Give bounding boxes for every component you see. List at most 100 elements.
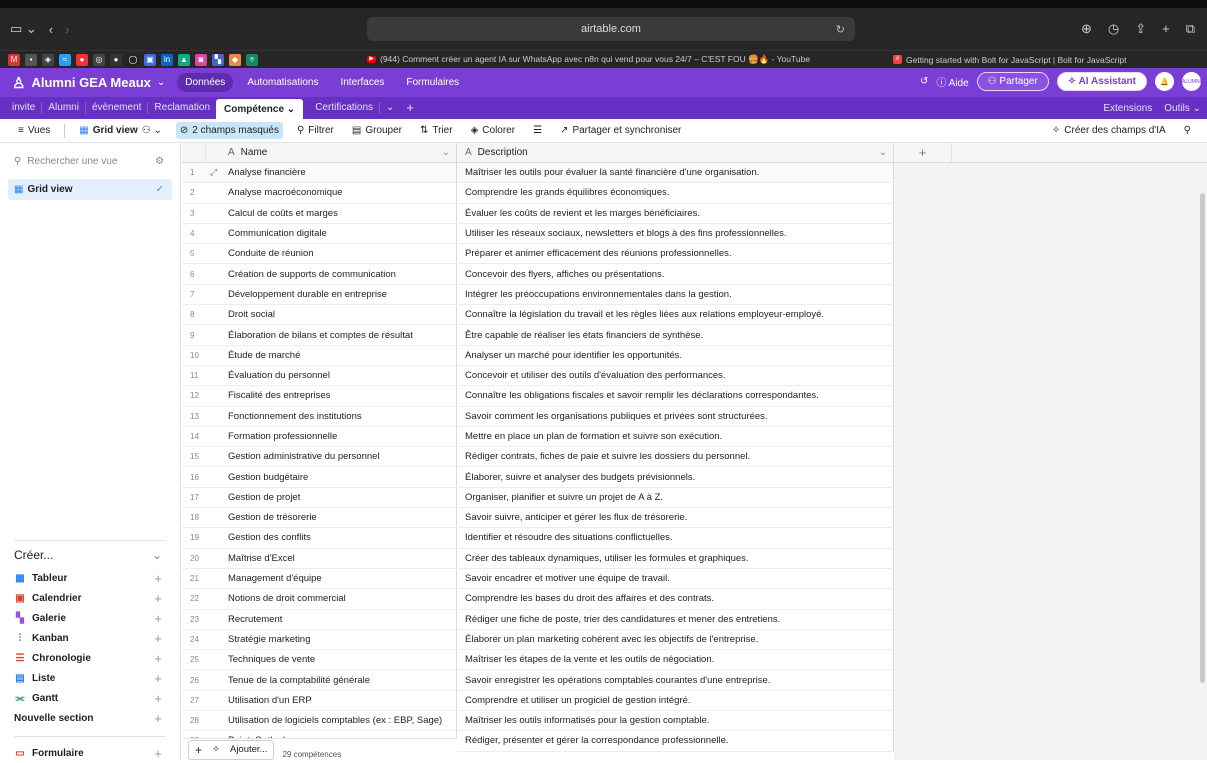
nav-interfaces[interactable]: Interfaces [332, 73, 392, 92]
cell-name[interactable]: Gestion des conflits [206, 528, 457, 547]
tabs-overview-icon[interactable]: ⧉ [1186, 21, 1195, 37]
create-calendar[interactable]: ▣Calendrier+ [0, 588, 180, 608]
cell-description[interactable]: Comprendre les grands équilibres économi… [457, 183, 894, 202]
reload-icon[interactable]: ↻ [836, 23, 845, 36]
share-button[interactable]: ⚇ Partager [977, 72, 1049, 91]
create-grid[interactable]: ▦Tableur+ [0, 568, 180, 588]
cell-description[interactable]: Comprendre les bases du droit des affair… [457, 589, 894, 608]
cell-description[interactable]: Organiser, planifier et suivre un projet… [457, 488, 894, 507]
gmail-icon[interactable]: M [8, 54, 20, 66]
cell-description[interactable]: Élaborer un plan marketing cohérent avec… [457, 630, 894, 649]
filter-button[interactable]: ⚲ Filtrer [293, 122, 338, 139]
cell-name[interactable]: Communication digitale [206, 224, 457, 243]
group-button[interactable]: ▤ Grouper [348, 122, 406, 139]
share-icon[interactable]: ⇪ [1135, 21, 1146, 37]
bookmark-icon[interactable]: ◆ [229, 54, 241, 66]
cell-name[interactable]: Utilisation d'un ERP [206, 691, 457, 710]
table-row[interactable]: 3Calcul de coûts et margesÉvaluer les co… [182, 204, 894, 224]
add-field-button[interactable]: + [894, 143, 952, 162]
avatar[interactable]: ALUMNI [1182, 72, 1201, 91]
create-timeline[interactable]: ☰Chronologie+ [0, 648, 180, 668]
create-header[interactable]: Créer... ⌄ [14, 540, 166, 568]
cell-description[interactable]: Savoir encadrer et motiver une équipe de… [457, 569, 894, 588]
cell-description[interactable]: Savoir suivre, anticiper et gérer les fl… [457, 508, 894, 527]
table-row[interactable]: 20Maîtrise d'ExcelCréer des tableaux dyn… [182, 549, 894, 569]
views-button[interactable]: ≡ Vues [14, 122, 54, 139]
cell-description[interactable]: Savoir comment les organisations publiqu… [457, 407, 894, 426]
cell-description[interactable]: Concevoir et utiliser des outils d'évalu… [457, 366, 894, 385]
cell-name[interactable]: Fonctionnement des institutions [206, 407, 457, 426]
cell-description[interactable]: Maîtriser les outils pour évaluer la san… [457, 163, 894, 182]
bookmark-icon[interactable]: ◎ [93, 54, 105, 66]
add-record-button[interactable]: + ✧ Ajouter... [188, 740, 274, 760]
cell-name[interactable]: Notions de droit commercial [206, 589, 457, 608]
github-icon[interactable]: ◯ [127, 54, 139, 66]
column-header-name[interactable]: A Name ⌄ [206, 143, 457, 162]
create-gallery[interactable]: ▚Galerie+ [0, 608, 180, 628]
chevron-down-icon[interactable]: ⌄ [879, 147, 887, 158]
bookmark-icon[interactable]: ≈ [59, 54, 71, 66]
cell-name[interactable]: ⤢Analyse financière [206, 163, 457, 182]
table-row[interactable]: 21Management d'équipeSavoir encadrer et … [182, 569, 894, 589]
cell-description[interactable]: Rédiger une fiche de poste, trier des ca… [457, 610, 894, 629]
search-icon[interactable]: ⚲ [1180, 122, 1195, 139]
cell-description[interactable]: Rédiger contrats, fiches de paie et suiv… [457, 447, 894, 466]
scrollbar[interactable] [1200, 193, 1205, 683]
cell-description[interactable]: Analyser un marché pour identifier les o… [457, 346, 894, 365]
cell-name[interactable]: Management d'équipe [206, 569, 457, 588]
cell-name[interactable]: Étude de marché [206, 346, 457, 365]
cell-name[interactable]: Stratégie marketing [206, 630, 457, 649]
gear-icon[interactable]: ⚙ [155, 156, 164, 167]
hidden-fields-button[interactable]: ⊘ 2 champs masqués [176, 122, 283, 139]
table-row[interactable]: 12Fiscalité des entreprisesConnaître les… [182, 386, 894, 406]
share-sync-button[interactable]: ↗ Partager et synchroniser [556, 122, 685, 139]
cell-description[interactable]: Connaître les obligations fiscales et sa… [457, 386, 894, 405]
ai-fields-button[interactable]: ✧ Créer des champs d'IA [1048, 122, 1170, 139]
cell-description[interactable]: Concevoir des flyers, affiches ou présen… [457, 264, 894, 283]
table-row[interactable]: 24Stratégie marketingÉlaborer un plan ma… [182, 630, 894, 650]
youtube-tab[interactable]: ▶ (944) Comment créer un agent IA sur Wh… [367, 54, 810, 65]
table-row[interactable]: 14Formation professionnelleMettre en pla… [182, 427, 894, 447]
bookmark-icon[interactable]: ▣ [144, 54, 156, 66]
cell-name[interactable]: Tenue de la comptabilité générale [206, 670, 457, 689]
new-tab-icon[interactable]: + [1162, 21, 1170, 37]
cell-name[interactable]: Calcul de coûts et marges [206, 204, 457, 223]
table-row[interactable]: 23RecrutementRédiger une fiche de poste,… [182, 610, 894, 630]
table-row[interactable]: 27Utilisation d'un ERPComprendre et util… [182, 691, 894, 711]
cell-description[interactable]: Intégrer les préoccupations environnemen… [457, 285, 894, 304]
bookmark-icon[interactable]: ◈ [42, 54, 54, 66]
nav-automations[interactable]: Automatisations [239, 73, 326, 92]
cell-description[interactable]: Connaître la législation du travail et l… [457, 305, 894, 324]
cell-description[interactable]: Préparer et animer efficacement des réun… [457, 244, 894, 263]
cell-name[interactable]: Création de supports de communication [206, 264, 457, 283]
cell-name[interactable]: Techniques de vente [206, 650, 457, 669]
table-row[interactable]: 28Utilisation de logiciels comptables (e… [182, 711, 894, 731]
bookmark-icon[interactable]: ▪ [25, 54, 37, 66]
table-row[interactable]: 4Communication digitaleUtiliser les rése… [182, 224, 894, 244]
table-row[interactable]: 7Développement durable en entrepriseInté… [182, 285, 894, 305]
tab-reclamation[interactable]: Reclamation [148, 102, 216, 114]
sidebar-view-grid[interactable]: ▦ Grid view ✓ [8, 179, 172, 200]
table-row[interactable]: 6Création de supports de communicationCo… [182, 264, 894, 284]
linkedin-icon[interactable]: in [161, 54, 173, 66]
cell-name[interactable]: Droit social [206, 305, 457, 324]
view-search[interactable]: ⚲ Rechercher une vue ⚙ [0, 143, 180, 179]
bookmark-icon[interactable]: ▚ [212, 54, 224, 66]
bookmark-icon[interactable]: ◙ [195, 54, 207, 66]
tab-competence[interactable]: Compétence ⌄ [216, 99, 303, 121]
cell-description[interactable]: Évaluer les coûts de revient et les marg… [457, 204, 894, 223]
back-icon[interactable]: ‹ [49, 22, 53, 37]
cell-name[interactable]: Développement durable en entreprise [206, 285, 457, 304]
ai-assistant-button[interactable]: ✧ AI Assistant [1057, 72, 1147, 91]
cell-name[interactable]: Gestion administrative du personnel [206, 447, 457, 466]
table-row[interactable]: 26Tenue de la comptabilité généraleSavoi… [182, 670, 894, 690]
cell-name[interactable]: Utilisation de logiciels comptables (ex … [206, 711, 457, 730]
create-form[interactable]: ▭Formulaire+ [0, 743, 180, 763]
tab-certifications[interactable]: Certifications [309, 102, 380, 114]
forward-icon[interactable]: › [65, 22, 69, 37]
cell-name[interactable]: Fiscalité des entreprises [206, 386, 457, 405]
history-icon[interactable]: ◷ [1108, 21, 1119, 37]
more-tables-icon[interactable]: ⌄ [380, 102, 400, 114]
nav-forms[interactable]: Formulaires [398, 73, 467, 92]
table-row[interactable]: 2Analyse macroéconomiqueComprendre les g… [182, 183, 894, 203]
